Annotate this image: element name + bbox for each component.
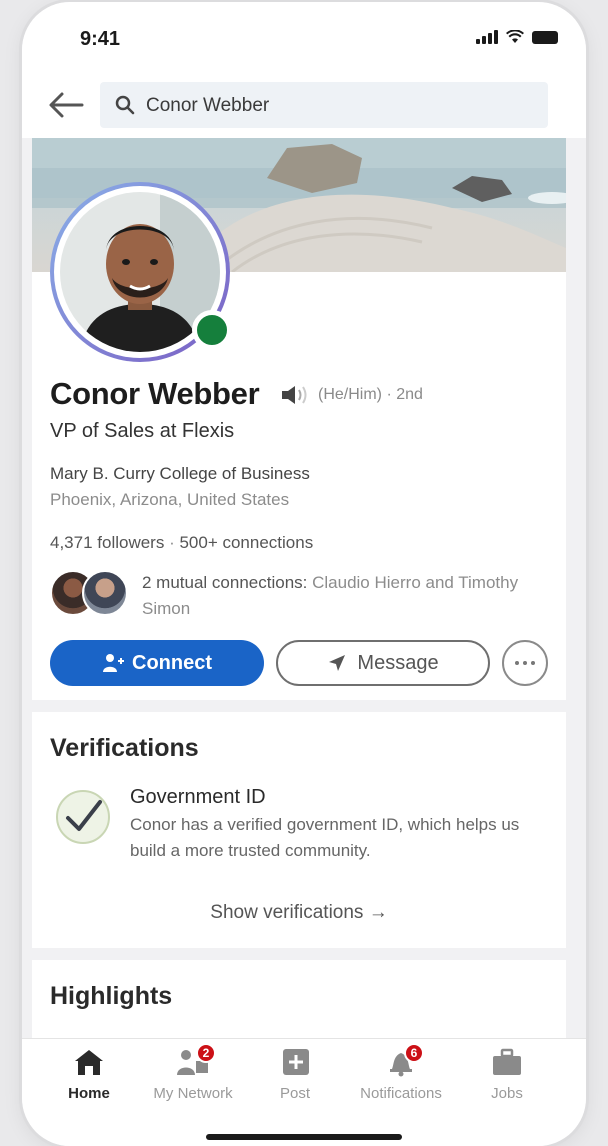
send-icon <box>329 655 346 671</box>
mutual-avatars[interactable] <box>50 570 134 618</box>
notifications-badge: 6 <box>404 1043 424 1063</box>
nav-jobs[interactable]: Jobs <box>452 1047 562 1102</box>
nav-post[interactable]: Post <box>240 1047 350 1102</box>
profile-school[interactable]: Mary B. Curry College of Business <box>50 464 310 484</box>
verifications-card: Verifications Government ID Conor has a … <box>32 712 566 948</box>
nav-home[interactable]: Home <box>34 1047 144 1102</box>
nav-jobs-label: Jobs <box>491 1085 523 1102</box>
search-icon <box>115 95 135 115</box>
nav-post-label: Post <box>279 1085 310 1102</box>
status-bar: 9:41 <box>22 2 586 74</box>
speaker-icon[interactable] <box>280 384 308 406</box>
profile-headline: VP of Sales at Flexis <box>50 420 235 442</box>
profile-card: Conor Webber (He/Him) · 2nd VP of Sales … <box>32 138 566 700</box>
verified-check-icon <box>56 790 110 844</box>
add-person-icon <box>103 654 124 672</box>
mutual-avatar <box>82 570 128 616</box>
verifications-title: Verifications <box>50 734 199 762</box>
home-indicator <box>206 1134 402 1140</box>
phone-frame: 9:41 Conor Webber Conor Webber (He/Him) … <box>22 2 586 1146</box>
nav-home-label: Home <box>68 1085 110 1102</box>
briefcase-icon <box>493 1048 521 1075</box>
highlights-title: Highlights <box>50 982 173 1010</box>
follow-stats: 4,371 followers · 500+ connections <box>50 533 313 553</box>
mutual-connections[interactable]: 2 mutual connections: Claudio Hierro and… <box>142 570 552 622</box>
mutual-prefix: 2 mutual connections: <box>142 573 308 592</box>
network-badge: 2 <box>196 1043 216 1063</box>
status-time: 9:41 <box>80 28 121 50</box>
home-icon <box>75 1050 103 1075</box>
nav-notifications-label: Notifications <box>360 1085 442 1102</box>
post-icon <box>283 1049 309 1075</box>
bottom-nav: Home 2 My Network Post 6 Notifications J… <box>22 1038 586 1146</box>
bell-icon: 6 <box>384 1043 424 1077</box>
gov-id-title: Government ID <box>130 786 266 808</box>
nav-network-label: My Network <box>153 1085 233 1102</box>
search-input[interactable]: Conor Webber <box>100 82 548 128</box>
profile-location: Phoenix, Arizona, United States <box>50 490 290 509</box>
show-verifications-link[interactable]: Show verifications → <box>32 902 566 924</box>
signal-icon <box>476 30 498 44</box>
highlights-card: Highlights <box>32 960 566 1050</box>
profile-name: Conor Webber <box>50 376 260 411</box>
more-options-button[interactable] <box>502 640 548 686</box>
message-button[interactable]: Message <box>276 640 490 686</box>
connections-count[interactable]: 500+ connections <box>179 533 313 552</box>
message-label: Message <box>357 651 439 674</box>
connect-button[interactable]: Connect <box>50 640 264 686</box>
followers-count[interactable]: 4,371 followers <box>50 533 164 552</box>
back-arrow-icon[interactable] <box>48 90 84 120</box>
stats-separator: · <box>164 533 180 552</box>
search-query: Conor Webber <box>146 95 270 116</box>
status-icons <box>476 30 558 44</box>
wifi-icon <box>506 30 524 43</box>
pronouns-degree: (He/Him) · 2nd <box>318 386 423 403</box>
search-bar: Conor Webber <box>22 74 586 138</box>
battery-icon <box>532 30 558 44</box>
network-icon: 2 <box>176 1043 216 1077</box>
online-status-indicator <box>192 310 232 350</box>
nav-my-network[interactable]: 2 My Network <box>138 1043 248 1102</box>
connect-label: Connect <box>132 651 212 674</box>
more-dots-icon <box>515 661 535 665</box>
gov-id-description: Conor has a verified government ID, whic… <box>130 815 520 860</box>
nav-notifications[interactable]: 6 Notifications <box>346 1043 456 1102</box>
